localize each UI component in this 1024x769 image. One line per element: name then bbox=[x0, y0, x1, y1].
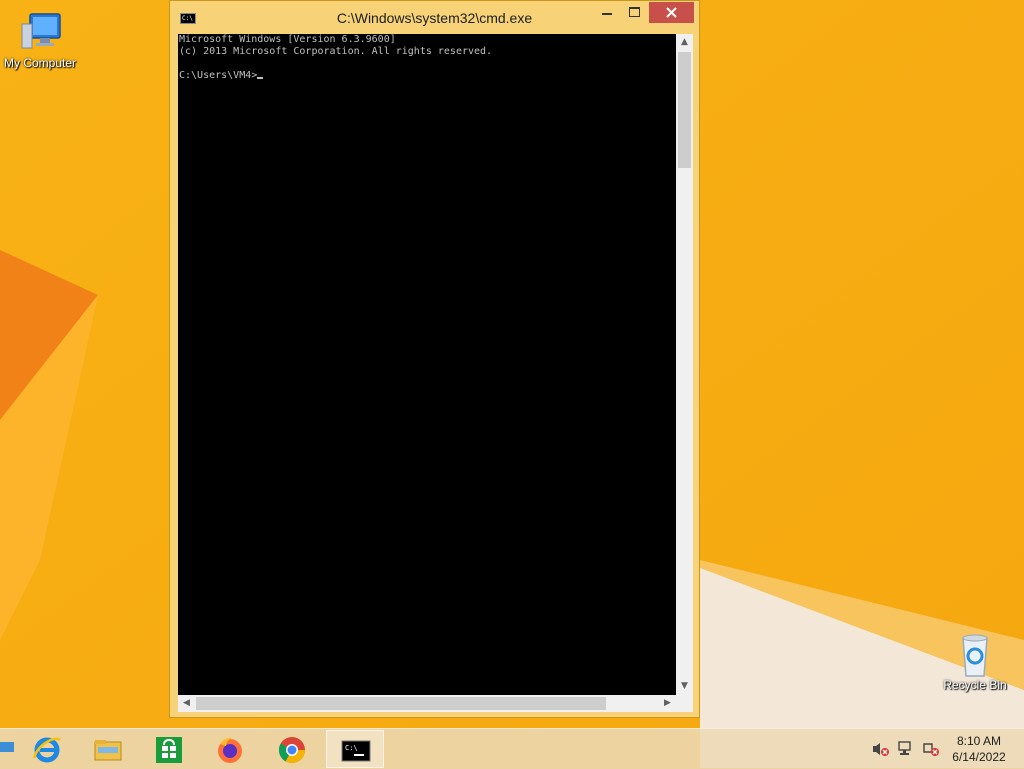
taskbar-item-command-prompt[interactable]: C:\ bbox=[326, 730, 384, 768]
maximize-icon bbox=[629, 7, 640, 17]
title-bar[interactable]: C:\ C:\Windows\system32\cmd.exe bbox=[170, 1, 699, 34]
console-output[interactable]: Microsoft Windows [Version 6.3.9600] (c)… bbox=[178, 34, 676, 695]
console-line: (c) 2013 Microsoft Corporation. All righ… bbox=[179, 46, 493, 57]
ie-icon bbox=[32, 737, 61, 763]
clock-time: 8:10 AM bbox=[956, 734, 1002, 748]
cmd-icon: C:\ bbox=[341, 740, 371, 762]
clock[interactable]: 8:10 AM 6/14/2022 bbox=[940, 733, 1018, 765]
taskbar[interactable]: C:\ 8:10 AM 6/14/2022 bbox=[0, 728, 1024, 769]
chrome-icon bbox=[278, 737, 306, 764]
taskbar-item-store[interactable] bbox=[140, 730, 198, 768]
recycle-bin-icon bbox=[951, 630, 999, 678]
clock-date: 6/14/2022 bbox=[952, 750, 1006, 764]
firefox-icon bbox=[218, 737, 242, 763]
cmd-window[interactable]: C:\ C:\Windows\system32\cmd.exe Microsof… bbox=[169, 0, 700, 718]
horizontal-scroll-thumb[interactable] bbox=[196, 697, 606, 710]
desktop-icon-label: Recycle Bin bbox=[943, 678, 1007, 692]
scroll-left-icon[interactable]: ◀ bbox=[178, 695, 195, 712]
folder-icon bbox=[94, 740, 122, 761]
text-cursor bbox=[257, 77, 264, 79]
start-button[interactable] bbox=[0, 742, 14, 752]
maximize-button[interactable] bbox=[621, 2, 648, 23]
svg-text:C:\: C:\ bbox=[345, 744, 358, 752]
action-center-icon[interactable] bbox=[922, 741, 940, 761]
vertical-scrollbar[interactable]: ▲ ▼ bbox=[676, 34, 693, 695]
minimize-button[interactable] bbox=[594, 2, 620, 23]
scroll-right-icon[interactable]: ▶ bbox=[659, 695, 676, 712]
desktop-icon-recycle-bin[interactable]: Recycle Bin bbox=[935, 630, 1015, 692]
volume-muted-icon[interactable] bbox=[872, 741, 890, 761]
minimize-icon bbox=[602, 13, 612, 15]
desktop-icon-my-computer[interactable]: My Computer bbox=[0, 8, 80, 70]
taskbar-item-chrome[interactable] bbox=[263, 730, 321, 768]
computer-icon bbox=[16, 8, 64, 56]
close-icon bbox=[666, 7, 677, 18]
network-icon[interactable] bbox=[897, 741, 915, 761]
prompt: C:\Users\VM4> bbox=[179, 70, 258, 81]
console-line: Microsoft Windows [Version 6.3.9600] bbox=[179, 34, 396, 45]
store-icon bbox=[156, 737, 182, 763]
taskbar-item-firefox[interactable] bbox=[201, 730, 259, 768]
scroll-up-icon[interactable]: ▲ bbox=[676, 34, 693, 51]
desktop-icon-label: My Computer bbox=[3, 56, 77, 70]
taskbar-item-file-explorer[interactable] bbox=[79, 730, 137, 768]
vertical-scroll-thumb[interactable] bbox=[678, 52, 691, 168]
horizontal-scrollbar[interactable]: ◀ ▶ bbox=[178, 695, 676, 712]
scroll-down-icon[interactable]: ▼ bbox=[676, 678, 693, 695]
scrollbar-corner bbox=[676, 695, 693, 712]
close-button[interactable] bbox=[649, 2, 694, 23]
taskbar-item-internet-explorer[interactable] bbox=[18, 730, 76, 768]
